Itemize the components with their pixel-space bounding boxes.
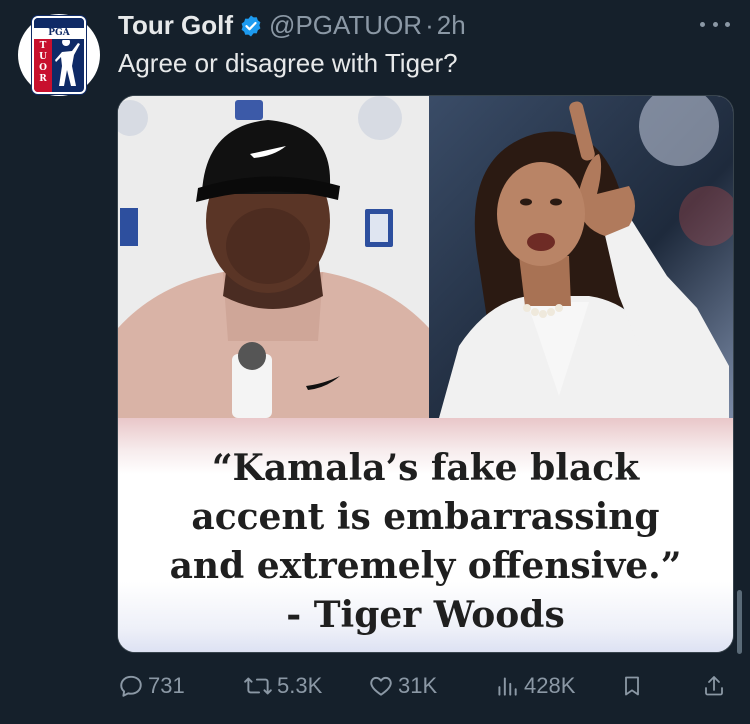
verified-badge-icon	[241, 15, 261, 36]
bookmark-button[interactable]	[620, 668, 648, 704]
heart-icon	[370, 676, 392, 696]
tweet-text: Agree or disagree with Tiger?	[118, 48, 458, 78]
quote-attribution: - Tiger Woods	[286, 594, 565, 636]
tweet[interactable]: PGA T U O R Tour Golf @PGATUOR · 2h Agre…	[0, 0, 750, 724]
tweet-media[interactable]: “Kamala’s fake black accent is embarrass…	[117, 95, 734, 653]
quote-line: “Kamala’s fake black	[211, 447, 640, 489]
views-button[interactable]: 428K	[494, 668, 575, 704]
tweet-header: Tour Golf @PGATUOR · 2h	[118, 10, 466, 41]
avatar[interactable]: PGA T U O R	[18, 14, 100, 96]
timestamp[interactable]: 2h	[437, 10, 466, 41]
separator-dot: ·	[425, 10, 434, 40]
like-button[interactable]: 31K	[368, 668, 437, 704]
bookmark-icon	[625, 676, 639, 696]
reply-icon	[120, 675, 142, 697]
repost-icon	[244, 677, 272, 695]
quote-caption: “Kamala’s fake black accent is embarrass…	[118, 444, 733, 640]
like-count: 31K	[398, 673, 438, 698]
quote-line: accent is embarrassing	[191, 496, 660, 538]
handle[interactable]: @PGATUOR	[269, 10, 422, 41]
scrollbar-thumb[interactable]	[737, 590, 742, 654]
more-options-icon[interactable]	[700, 14, 730, 34]
display-name[interactable]: Tour Golf	[118, 10, 233, 41]
views-icon	[498, 677, 517, 696]
reply-button[interactable]: 731	[118, 668, 185, 704]
pga-tour-logo: PGA T U O R	[32, 16, 86, 94]
repost-button[interactable]: 5.3K	[243, 668, 322, 704]
golfer-silhouette-icon	[55, 40, 80, 86]
repost-count: 5.3K	[277, 673, 323, 698]
tweet-actions: 731 5.3K 31K 428K	[118, 668, 730, 708]
share-button[interactable]	[702, 668, 730, 704]
photo-tiger-woods	[118, 96, 429, 418]
logo-pga-text: PGA	[34, 28, 84, 39]
reply-count: 731	[148, 673, 185, 698]
quote-line: and extremely offensive.”	[169, 545, 682, 587]
views-count: 428K	[524, 673, 576, 698]
logo-tour-text: T U O R	[39, 41, 47, 84]
share-icon	[705, 676, 723, 696]
photo-kamala-harris	[429, 96, 733, 418]
